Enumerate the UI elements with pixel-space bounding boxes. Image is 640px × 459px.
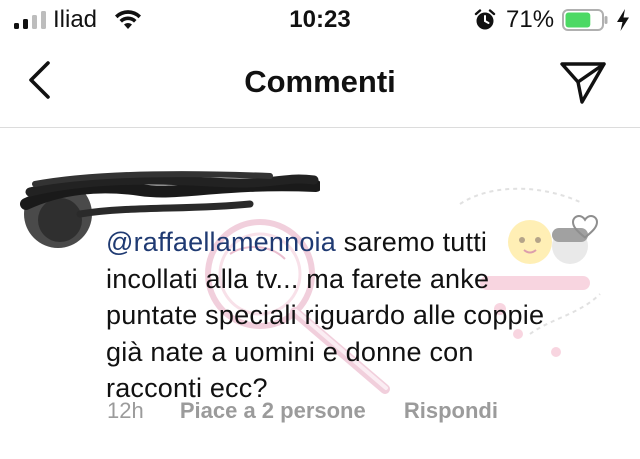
comment-meta: 12h Piace a 2 persone Rispondi xyxy=(107,398,498,424)
redaction-scribble xyxy=(20,171,320,218)
paper-plane-icon[interactable] xyxy=(558,58,608,106)
mention-link[interactable]: @raffaellamennoia xyxy=(106,227,336,257)
comment-item: @raffaellamennoia saremo tutti incollati… xyxy=(0,128,640,459)
battery-icon xyxy=(562,9,608,31)
charging-icon xyxy=(617,9,629,31)
page-title: Commenti xyxy=(244,64,396,99)
likes-link[interactable]: Piace a 2 persone xyxy=(180,398,366,424)
comment-time: 12h xyxy=(107,398,144,423)
heart-outline-icon[interactable] xyxy=(571,214,599,240)
comment-text: @raffaellamennoia saremo tutti incollati… xyxy=(106,224,546,407)
battery-percent: 71% xyxy=(506,6,555,33)
reply-button[interactable]: Rispondi xyxy=(404,398,498,424)
nav-bar: Commenti xyxy=(0,40,640,128)
status-bar: Iliad 10:23 71% xyxy=(0,0,640,40)
alarm-icon xyxy=(474,9,496,30)
